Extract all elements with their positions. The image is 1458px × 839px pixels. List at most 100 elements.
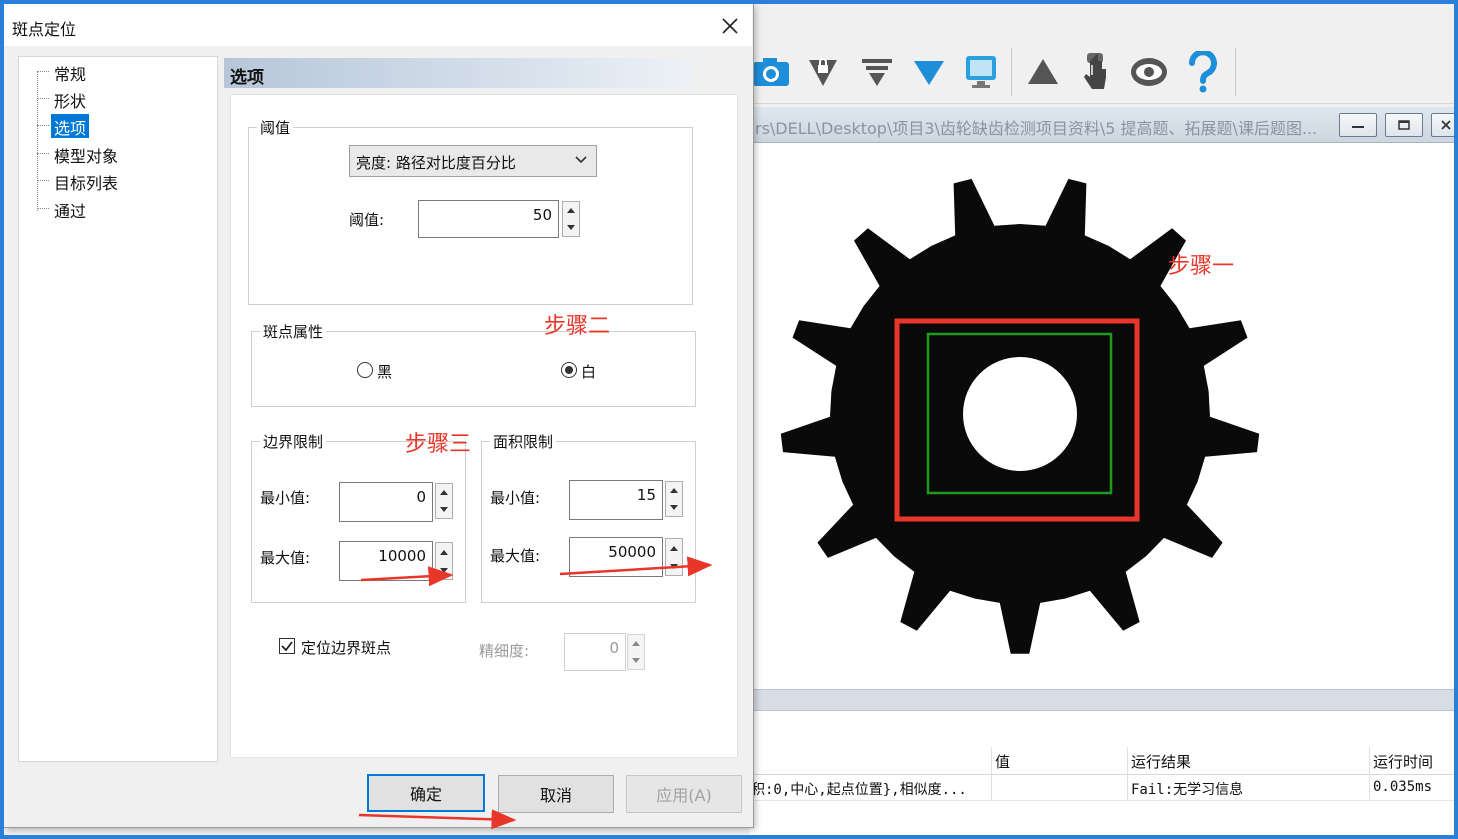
chevron-down-icon: [575, 156, 587, 164]
blob-attr-group: [251, 331, 696, 407]
tree-guide-line: [37, 153, 49, 154]
results-panel: 值 运行结果 运行时间 积:0,中心,起点位置},相似度... Fail:无学习…: [749, 711, 1454, 835]
funnel-icon[interactable]: [855, 50, 899, 94]
tree-item-shape[interactable]: 形状: [51, 87, 89, 111]
area-max-value: 50000: [608, 543, 656, 561]
spin-down-icon[interactable]: [436, 501, 452, 518]
spin-up-icon[interactable]: [563, 202, 579, 219]
threshold-group-label: 阈值: [257, 117, 294, 138]
blob-attr-group-label: 斑点属性: [260, 321, 327, 342]
threshold-value: 50: [532, 206, 552, 224]
restore-icon: [1398, 120, 1410, 130]
border-limit-group-label: 边界限制: [260, 431, 327, 452]
close-child-button[interactable]: [1431, 113, 1454, 137]
image-window-path: rs\DELL\Desktop\项目3\齿轮缺齿检测项目资料\5 提高题、拓展题…: [755, 119, 1318, 138]
precision-label: 精细度:: [479, 642, 530, 660]
spin-down-icon[interactable]: [666, 499, 682, 516]
dialog-close-button[interactable]: [716, 12, 744, 40]
apply-button[interactable]: 应用(A): [626, 775, 742, 813]
radio-black-label: 黑: [377, 363, 393, 381]
section-title: 选项: [230, 68, 264, 88]
triangle-up-icon[interactable]: [1021, 50, 1065, 94]
dialog-title: 斑点定位: [12, 20, 77, 39]
threshold-mode-select[interactable]: 亮度: 路径对比度百分比: [349, 145, 597, 177]
triangle-down-icon[interactable]: [907, 50, 951, 94]
spin-up-icon[interactable]: [666, 539, 682, 557]
border-min-spinner[interactable]: [435, 483, 453, 519]
spin-up-icon[interactable]: [628, 635, 644, 652]
col-header-time[interactable]: 运行时间: [1373, 751, 1433, 772]
tree-item-pass[interactable]: 通过: [51, 197, 89, 221]
image-window-titlebar[interactable]: rs\DELL\Desktop\项目3\齿轮缺齿检测项目资料\5 提高题、拓展题…: [749, 107, 1454, 143]
row-time-cell: 0.035ms: [1373, 779, 1433, 795]
locate-border-checkbox[interactable]: [279, 638, 295, 654]
locate-border-label: 定位边界斑点: [301, 639, 392, 657]
area-min-label: 最小值:: [490, 489, 541, 507]
threshold-value-input[interactable]: 50: [418, 200, 559, 238]
ok-button[interactable]: 确定: [367, 774, 485, 812]
spin-down-icon[interactable]: [436, 561, 452, 579]
threshold-value-label: 阈值:: [349, 211, 385, 229]
camera-icon[interactable]: [749, 50, 793, 94]
spin-down-icon[interactable]: [666, 557, 682, 575]
area-max-input[interactable]: 50000: [569, 537, 663, 577]
panel-splitter[interactable]: [749, 689, 1454, 711]
table-row[interactable]: 积:0,中心,起点位置},相似度... Fail:无学习信息 0.035ms: [749, 775, 1454, 801]
gear-image: [780, 178, 1260, 654]
tree-item-general[interactable]: 常规: [51, 60, 89, 84]
dialog-titlebar[interactable]: 斑点定位: [4, 4, 752, 46]
restore-button[interactable]: [1385, 113, 1423, 137]
radio-white[interactable]: [561, 362, 577, 378]
shield-lock-icon[interactable]: [801, 50, 845, 94]
border-min-input[interactable]: 0: [339, 482, 433, 522]
precision-input[interactable]: 0: [564, 633, 626, 671]
tree-item-target-list[interactable]: 目标列表: [51, 169, 121, 193]
col-header-value[interactable]: 值: [995, 751, 1010, 772]
border-max-spinner[interactable]: [435, 542, 453, 580]
step3-annotation: 步骤三: [405, 432, 472, 457]
tree-guide-line: [37, 208, 49, 209]
border-min-label: 最小值:: [260, 489, 311, 507]
border-max-input[interactable]: 10000: [339, 541, 433, 581]
results-header: 值 运行结果 运行时间: [749, 747, 1454, 775]
main-toolbar: [749, 42, 1454, 104]
tree-item-options[interactable]: 选项: [51, 114, 90, 138]
row-result-cell: Fail:无学习信息: [1131, 782, 1244, 798]
spin-up-icon[interactable]: [436, 484, 452, 501]
area-max-spinner[interactable]: [665, 538, 683, 576]
close-icon: [1441, 120, 1451, 130]
tree-item-model-object[interactable]: 模型对象: [51, 142, 121, 166]
tree-guide-line: [37, 98, 49, 99]
toolbar-separator: [1235, 48, 1236, 96]
minimize-icon: [1352, 126, 1364, 128]
image-canvas[interactable]: [749, 143, 1454, 689]
minimize-button[interactable]: [1339, 113, 1377, 137]
col-header-result[interactable]: 运行结果: [1131, 751, 1191, 772]
eye-icon[interactable]: [1127, 50, 1171, 94]
help-icon[interactable]: [1181, 50, 1225, 94]
radio-black[interactable]: [357, 362, 373, 378]
spin-down-icon[interactable]: [628, 652, 644, 669]
threshold-spinner[interactable]: [562, 201, 580, 237]
area-min-value: 15: [636, 486, 656, 504]
close-icon: [722, 18, 738, 34]
precision-spinner[interactable]: [627, 634, 645, 670]
spin-down-icon[interactable]: [563, 219, 579, 236]
spin-up-icon[interactable]: [436, 543, 452, 561]
area-limit-group: [481, 441, 696, 603]
monitor-icon[interactable]: [959, 50, 1003, 94]
cancel-button[interactable]: 取消: [498, 775, 614, 813]
step1-annotation: 步骤一: [1168, 254, 1235, 279]
hand-touch-icon[interactable]: [1073, 50, 1117, 94]
radio-white-label: 白: [581, 363, 597, 381]
spin-up-icon[interactable]: [666, 482, 682, 499]
area-min-input[interactable]: 15: [569, 480, 663, 520]
options-panel: 阈值 亮度: 路径对比度百分比 阈值: 50 斑点属性 黑 白 边界限制 最小值…: [230, 94, 738, 758]
gear-hole: [963, 357, 1077, 471]
border-max-value: 10000: [378, 547, 426, 565]
blob-locate-dialog: 斑点定位 常规 形状 选项 模型对象 目标列表 通过 选项 阈值 亮度: 路径对…: [4, 4, 754, 828]
tree-guide-line: [37, 71, 38, 211]
area-min-spinner[interactable]: [665, 481, 683, 517]
border-min-value: 0: [416, 488, 426, 506]
step2-annotation: 步骤二: [544, 314, 611, 339]
